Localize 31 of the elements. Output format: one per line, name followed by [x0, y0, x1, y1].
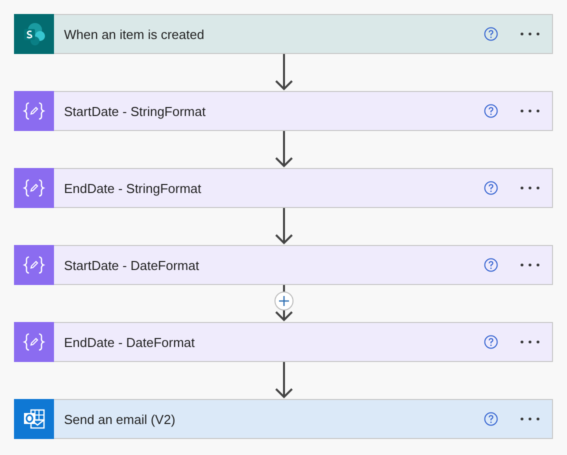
more-options-icon[interactable]: [520, 417, 540, 421]
more-options-icon[interactable]: [520, 186, 540, 190]
action-card[interactable]: StartDate - StringFormat: [14, 91, 553, 131]
step-title: StartDate - StringFormat: [64, 104, 207, 118]
mail-icon: [14, 399, 54, 439]
help-icon[interactable]: [484, 335, 498, 349]
step-title: Send an email (V2): [64, 412, 176, 426]
step-title: When an item is created: [64, 26, 206, 42]
braces-icon: [14, 322, 54, 362]
help-icon[interactable]: [484, 258, 498, 272]
braces-icon: [14, 91, 54, 131]
braces-icon: [14, 245, 54, 285]
action-card[interactable]: Send an email (V2): [14, 399, 553, 439]
add-step-button[interactable]: [274, 291, 294, 311]
help-icon[interactable]: [484, 104, 498, 118]
more-options-icon[interactable]: [520, 340, 540, 344]
step-title: EndDate - DateFormat: [64, 334, 196, 350]
sharepoint-icon: [14, 14, 54, 54]
help-icon[interactable]: [484, 27, 498, 41]
help-icon[interactable]: [484, 412, 498, 426]
step-title: StartDate - DateFormat: [64, 258, 200, 272]
more-options-icon[interactable]: [520, 109, 540, 113]
action-card[interactable]: EndDate - StringFormat: [14, 168, 553, 208]
action-card[interactable]: When an item is created: [14, 14, 553, 54]
action-card[interactable]: EndDate - DateFormat: [14, 322, 553, 362]
action-card[interactable]: StartDate - DateFormat: [14, 245, 553, 285]
braces-icon: [14, 168, 54, 208]
more-options-icon[interactable]: [520, 263, 540, 267]
step-title: EndDate - StringFormat: [64, 180, 202, 196]
help-icon[interactable]: [484, 181, 498, 195]
more-options-icon[interactable]: [520, 32, 540, 36]
